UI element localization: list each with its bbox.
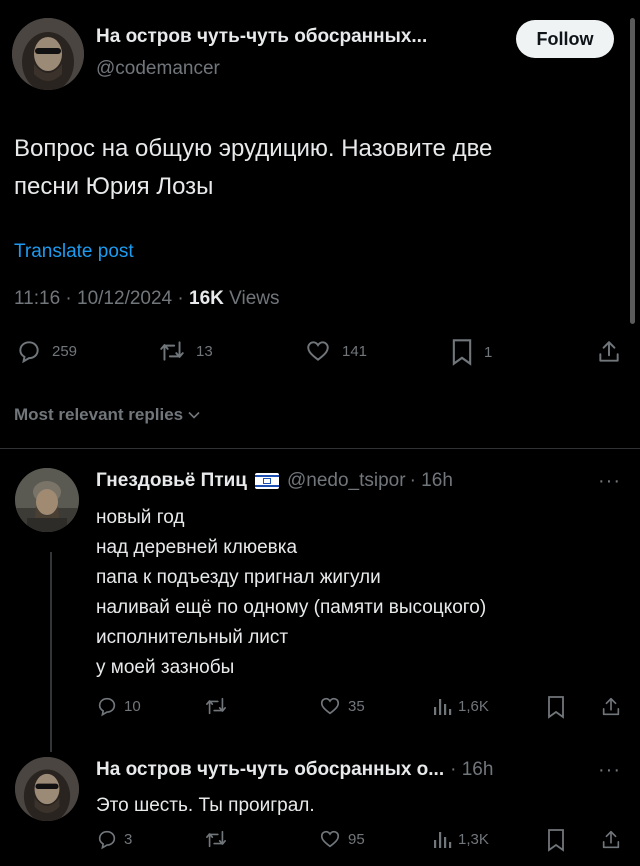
reply-time[interactable]: · 16h	[410, 470, 453, 492]
follow-button[interactable]: Follow	[516, 20, 614, 58]
reply-button[interactable]: 3	[96, 828, 132, 850]
post-author-handle[interactable]: @codemancer	[96, 58, 220, 80]
reply-time[interactable]: · 16h	[450, 759, 493, 781]
bookmark-button[interactable]	[546, 695, 566, 719]
bookmark-count: 1	[484, 343, 493, 361]
bookmark-icon	[452, 339, 472, 366]
reply-count: 10	[124, 697, 141, 715]
more-icon[interactable]: ···	[598, 470, 621, 493]
views-button[interactable]: 1,6K	[432, 695, 489, 717]
like-button[interactable]: 141	[304, 338, 367, 364]
repost-button[interactable]: 13	[158, 338, 213, 364]
scrollbar[interactable]	[630, 18, 635, 324]
israel-flag-icon	[254, 473, 279, 489]
reply-text-line: исполнительный лист	[96, 627, 289, 648]
divider	[0, 448, 640, 449]
share-button[interactable]	[596, 338, 622, 366]
reply-icon	[19, 341, 39, 364]
reply-button[interactable]: 259	[16, 338, 77, 364]
repost-button[interactable]	[204, 828, 228, 850]
post-text-line: Вопрос на общую эрудицию. Назовите две	[14, 135, 493, 162]
reply-icon	[98, 830, 116, 850]
repost-button[interactable]	[204, 695, 228, 717]
reply-text-line: у моей зазнобы	[96, 657, 235, 678]
reply-text-line: новый год	[96, 507, 185, 528]
reply-author-handle[interactable]: @nedo_tsipor	[287, 470, 406, 492]
reply-text-line: наливай ещё по одному (памяти высоцкого)	[96, 597, 487, 618]
reply-text: Это шесть. Ты проиграл.	[96, 792, 315, 820]
views-icon	[434, 832, 452, 848]
bookmark-button[interactable]	[546, 828, 566, 852]
reply-author-avatar[interactable]	[15, 468, 79, 532]
reply-count: 3	[124, 830, 133, 848]
more-icon[interactable]: ···	[598, 759, 621, 782]
post-text-line: песни Юрия Лозы	[14, 173, 214, 200]
post-author-name[interactable]: На остров чуть-чуть обосранных...	[96, 26, 427, 48]
reply-header: Гнездовьё Птиц @nedo_tsipor · 16h	[96, 470, 453, 492]
views-icon	[434, 699, 452, 715]
sort-replies-dropdown[interactable]: Most relevant replies	[14, 405, 201, 425]
like-icon	[320, 830, 340, 848]
like-button[interactable]: 95	[318, 828, 365, 850]
views-label: Views	[223, 288, 280, 309]
reply-count: 259	[52, 342, 78, 360]
repost-icon	[206, 697, 226, 715]
repost-icon	[160, 341, 184, 361]
like-icon	[307, 341, 329, 361]
share-icon	[602, 697, 620, 716]
chevron-down-icon	[188, 411, 200, 419]
post-meta: 11:16 · 10/12/2024 · 16K Views	[14, 288, 279, 310]
sort-replies-label: Most relevant replies	[14, 405, 184, 424]
like-count: 35	[348, 697, 365, 715]
views-button[interactable]: 1,3K	[432, 828, 489, 850]
share-icon	[599, 341, 619, 362]
like-icon	[320, 697, 340, 715]
reply-text-line: Это шесть. Ты проиграл.	[96, 795, 315, 816]
translate-post-link[interactable]: Translate post	[14, 241, 134, 263]
views-count: 1,6K	[458, 697, 489, 715]
thread-line	[50, 552, 52, 752]
bookmark-icon	[548, 696, 564, 719]
reply-header: На остров чуть-чуть обосранных о... · 16…	[96, 759, 493, 781]
reply-text-line: над деревней клюевка	[96, 537, 298, 558]
like-count: 95	[348, 830, 365, 848]
share-button[interactable]	[600, 828, 622, 852]
reply-text-line: папа к подъезду пригнал жигули	[96, 567, 381, 588]
reply-author-name[interactable]: Гнездовьё Птиц	[96, 470, 247, 492]
reply-author-avatar[interactable]	[15, 757, 79, 821]
share-button[interactable]	[600, 695, 622, 719]
bookmark-button[interactable]: 1	[450, 338, 492, 366]
reply-author-name[interactable]: На остров чуть-чуть обосранных о...	[96, 759, 444, 781]
bookmark-icon	[548, 829, 564, 852]
repost-icon	[206, 830, 226, 848]
like-button[interactable]: 35	[318, 695, 365, 717]
post-text: Вопрос на общую эрудицию. Назовите две п…	[14, 130, 492, 206]
reply-icon	[98, 697, 116, 717]
repost-count: 13	[196, 342, 213, 360]
like-count: 141	[342, 342, 368, 360]
post-timestamp[interactable]: 11:16 · 10/12/2024 ·	[14, 288, 189, 309]
reply-text: новый год над деревней клюевка папа к по…	[96, 503, 486, 683]
views-count: 1,3K	[458, 830, 489, 848]
reply-button[interactable]: 10	[96, 695, 141, 717]
views-count: 16K	[189, 288, 224, 309]
author-avatar[interactable]	[12, 18, 84, 90]
share-icon	[602, 830, 620, 849]
